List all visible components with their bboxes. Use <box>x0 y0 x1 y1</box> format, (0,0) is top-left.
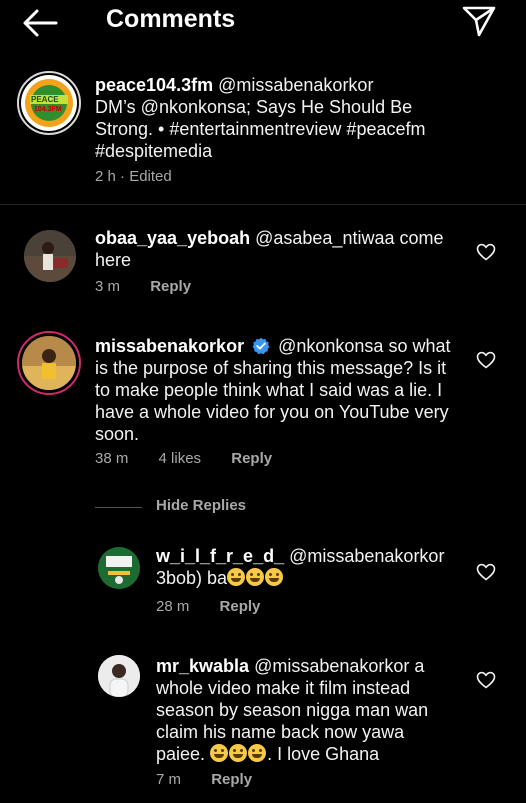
profile-photo-icon <box>24 230 76 282</box>
grinning-face-emoji-icon <box>265 568 284 586</box>
like-heart-icon[interactable] <box>476 351 496 369</box>
reply-mention[interactable]: @missabenakorkor a <box>254 656 424 676</box>
reply-username[interactable]: w_i_l_f_r_e_d_ <box>156 546 284 566</box>
divider <box>95 507 142 508</box>
like-heart-icon[interactable] <box>476 243 496 261</box>
verified-badge-icon <box>252 337 270 355</box>
reply-line-4: claim his name back now yawa <box>156 722 405 742</box>
post-caption: PEACE 104.3FM peace104.3fm @missabenakor… <box>0 60 526 205</box>
caption-mention[interactable]: @missabenakorkor <box>218 75 373 95</box>
comment-line-2: is the purpose of sharing this message? … <box>95 358 447 378</box>
profile-photo-icon <box>98 547 140 589</box>
comment-line-2: here <box>95 250 132 270</box>
reply-mention[interactable]: @missabenakorkor <box>289 546 444 566</box>
comment-mention[interactable]: @nkonkonsa so what <box>278 336 450 356</box>
caption-edited: Edited <box>129 168 172 185</box>
comment-text: missabenakorkor @nkonkonsa so what is th… <box>95 335 465 445</box>
reply-item: mr_kwabla @missabenakorkor a whole video… <box>0 650 526 800</box>
reply-line-1: mr_kwabla @missabenakorkor a <box>156 655 456 677</box>
comment-line-1: missabenakorkor @nkonkonsa so what <box>95 335 465 357</box>
reply-button[interactable]: Reply <box>211 771 252 788</box>
comment-meta: 38 m 4 likes Reply <box>95 450 298 467</box>
caption-line-1: peace104.3fm @missabenakorkor <box>95 74 515 96</box>
reply-button[interactable]: Reply <box>220 598 261 615</box>
reply-line-5: paiee. . I love Ghana <box>156 743 456 765</box>
hide-replies-label[interactable]: Hide Replies <box>156 497 246 514</box>
reply-button[interactable]: Reply <box>231 450 272 467</box>
reply-line-5-end: . I love Ghana <box>267 744 380 764</box>
grinning-squinting-face-emoji-icon <box>210 744 229 762</box>
grinning-squinting-face-emoji-icon <box>229 744 248 762</box>
avatar[interactable] <box>22 336 76 390</box>
grinning-face-emoji-icon <box>246 568 265 586</box>
comment-time: 3 m <box>95 278 121 295</box>
reply-line-5-text: paiee. <box>156 744 206 764</box>
caption-line-3: Strong. • #entertainmentreview #peacefm <box>95 119 426 139</box>
reply-meta: 7 m Reply <box>156 771 278 788</box>
direct-send-icon[interactable] <box>461 4 497 38</box>
comment-time: 38 m <box>95 450 129 467</box>
reply-line-2-text: 3bob) ba <box>156 568 228 588</box>
reply-text: mr_kwabla @missabenakorkor a whole video… <box>156 655 456 765</box>
grinning-squinting-face-emoji-icon <box>248 744 267 762</box>
top-bar: Comments <box>0 0 526 44</box>
reply-line-2: 3bob) ba <box>156 567 456 589</box>
reply-text: w_i_l_f_r_e_d_ @missabenakorkor 3bob) ba <box>156 545 456 589</box>
comment-line-3: to make people think what I said was a l… <box>95 380 443 400</box>
comment-username[interactable]: obaa_yaa_yeboah <box>95 228 250 248</box>
comment-mention[interactable]: @asabea_ntiwaa come <box>255 228 443 248</box>
page-title: Comments <box>106 5 236 33</box>
reply-line-1: w_i_l_f_r_e_d_ @missabenakorkor <box>156 545 456 567</box>
like-heart-icon[interactable] <box>476 563 496 581</box>
peace-fm-logo-avatar[interactable]: PEACE 104.3FM <box>21 75 77 131</box>
avatar[interactable] <box>98 655 140 697</box>
avatar[interactable] <box>24 230 76 282</box>
reply-time: 7 m <box>156 771 182 788</box>
reply-time: 28 m <box>156 598 190 615</box>
meta-separator: · <box>115 168 130 185</box>
comment-line-1: obaa_yaa_yeboah @asabea_ntiwaa come <box>95 227 455 249</box>
caption-meta: 2 h · Edited <box>95 168 198 185</box>
reply-line-2: whole video make it film instead <box>156 678 411 698</box>
comment-line-4: have a whole video for you on YouTube ve… <box>95 402 449 422</box>
comment-line-5: soon. <box>95 424 140 444</box>
caption-line-2: DM’s @nkonkonsa; Says He Should Be <box>95 97 413 117</box>
reply-item: w_i_l_f_r_e_d_ @missabenakorkor 3bob) ba… <box>0 542 526 627</box>
reply-meta: 28 m Reply <box>156 598 286 615</box>
back-arrow-icon[interactable] <box>22 8 58 38</box>
logo-text-bottom: 104.3FM <box>34 106 62 113</box>
comment-username[interactable]: missabenakorkor <box>95 336 244 356</box>
profile-photo-icon <box>98 655 140 697</box>
comment-item: obaa_yaa_yeboah @asabea_ntiwaa come here… <box>0 218 526 308</box>
reply-button[interactable]: Reply <box>150 278 191 295</box>
comment-likes[interactable]: 4 likes <box>159 450 202 467</box>
grinning-face-emoji-icon <box>227 568 246 586</box>
caption-time: 2 h <box>95 168 116 185</box>
comment-meta: 3 m Reply <box>95 278 217 295</box>
avatar[interactable] <box>98 547 140 589</box>
hide-replies-toggle[interactable]: Hide Replies <box>95 496 315 518</box>
caption-line-4: #despitemedia <box>95 141 213 161</box>
caption-text: peace104.3fm @missabenakorkor DM’s @nkon… <box>95 74 515 162</box>
caption-username[interactable]: peace104.3fm <box>95 75 213 95</box>
comment-item: missabenakorkor @nkonkonsa so what is th… <box>0 330 526 480</box>
like-heart-icon[interactable] <box>476 671 496 689</box>
reply-line-3: season by season nigga man wan <box>156 700 429 720</box>
profile-photo-icon <box>22 336 76 390</box>
comment-text: obaa_yaa_yeboah @asabea_ntiwaa come here <box>95 227 455 271</box>
logo-text-top: PEACE <box>31 95 59 104</box>
reply-username[interactable]: mr_kwabla <box>156 656 249 676</box>
